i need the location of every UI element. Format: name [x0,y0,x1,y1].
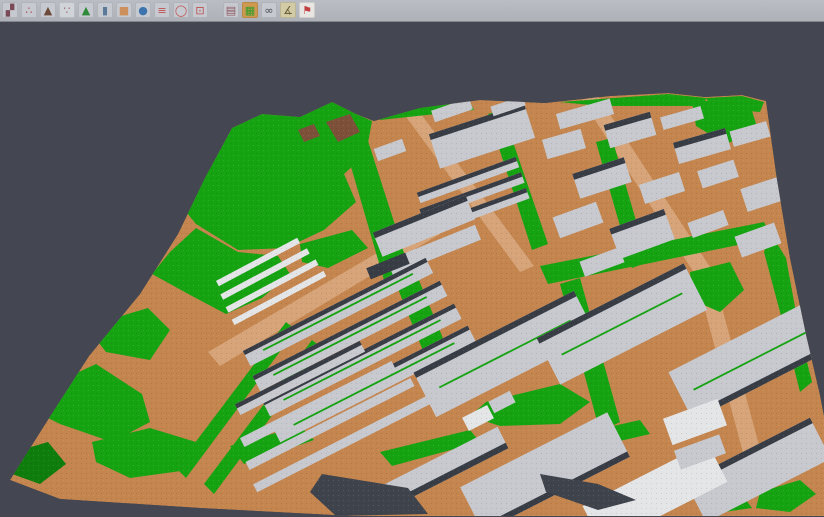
sparse-points-icon[interactable]: ∵ [59,2,75,18]
list-icon[interactable]: ≡ [154,2,170,18]
binoculars-icon[interactable]: ∞ [261,2,277,18]
3d-viewport[interactable] [0,22,824,517]
ring-icon[interactable]: ◯ [173,2,189,18]
extent-icon[interactable]: ⊡ [192,2,208,18]
terrain-mound-icon[interactable]: ▲ [40,2,56,18]
main-toolbar: ▞∴▲∵▲▮■●≡◯⊡▤▦∞∡⚑ [0,0,824,22]
vegetation-hill-icon[interactable]: ▲ [78,2,94,18]
scatter-points-icon[interactable]: ∴ [21,2,37,18]
page-marked-icon[interactable]: ▤ [223,2,239,18]
flag-icon[interactable]: ⚑ [299,2,315,18]
globe-icon[interactable]: ● [135,2,151,18]
classified-cloud-icon[interactable]: ▦ [242,2,258,18]
column-icon[interactable]: ▮ [97,2,113,18]
cloud-pair-icon[interactable]: ▞ [2,2,18,18]
measure-icon[interactable]: ∡ [280,2,296,18]
speckle-overlay [10,93,824,516]
point-cloud-terrain [10,93,824,516]
scene-svg [0,22,824,516]
box-icon[interactable]: ■ [116,2,132,18]
application-window: ▞∴▲∵▲▮■●≡◯⊡▤▦∞∡⚑ [0,0,824,517]
